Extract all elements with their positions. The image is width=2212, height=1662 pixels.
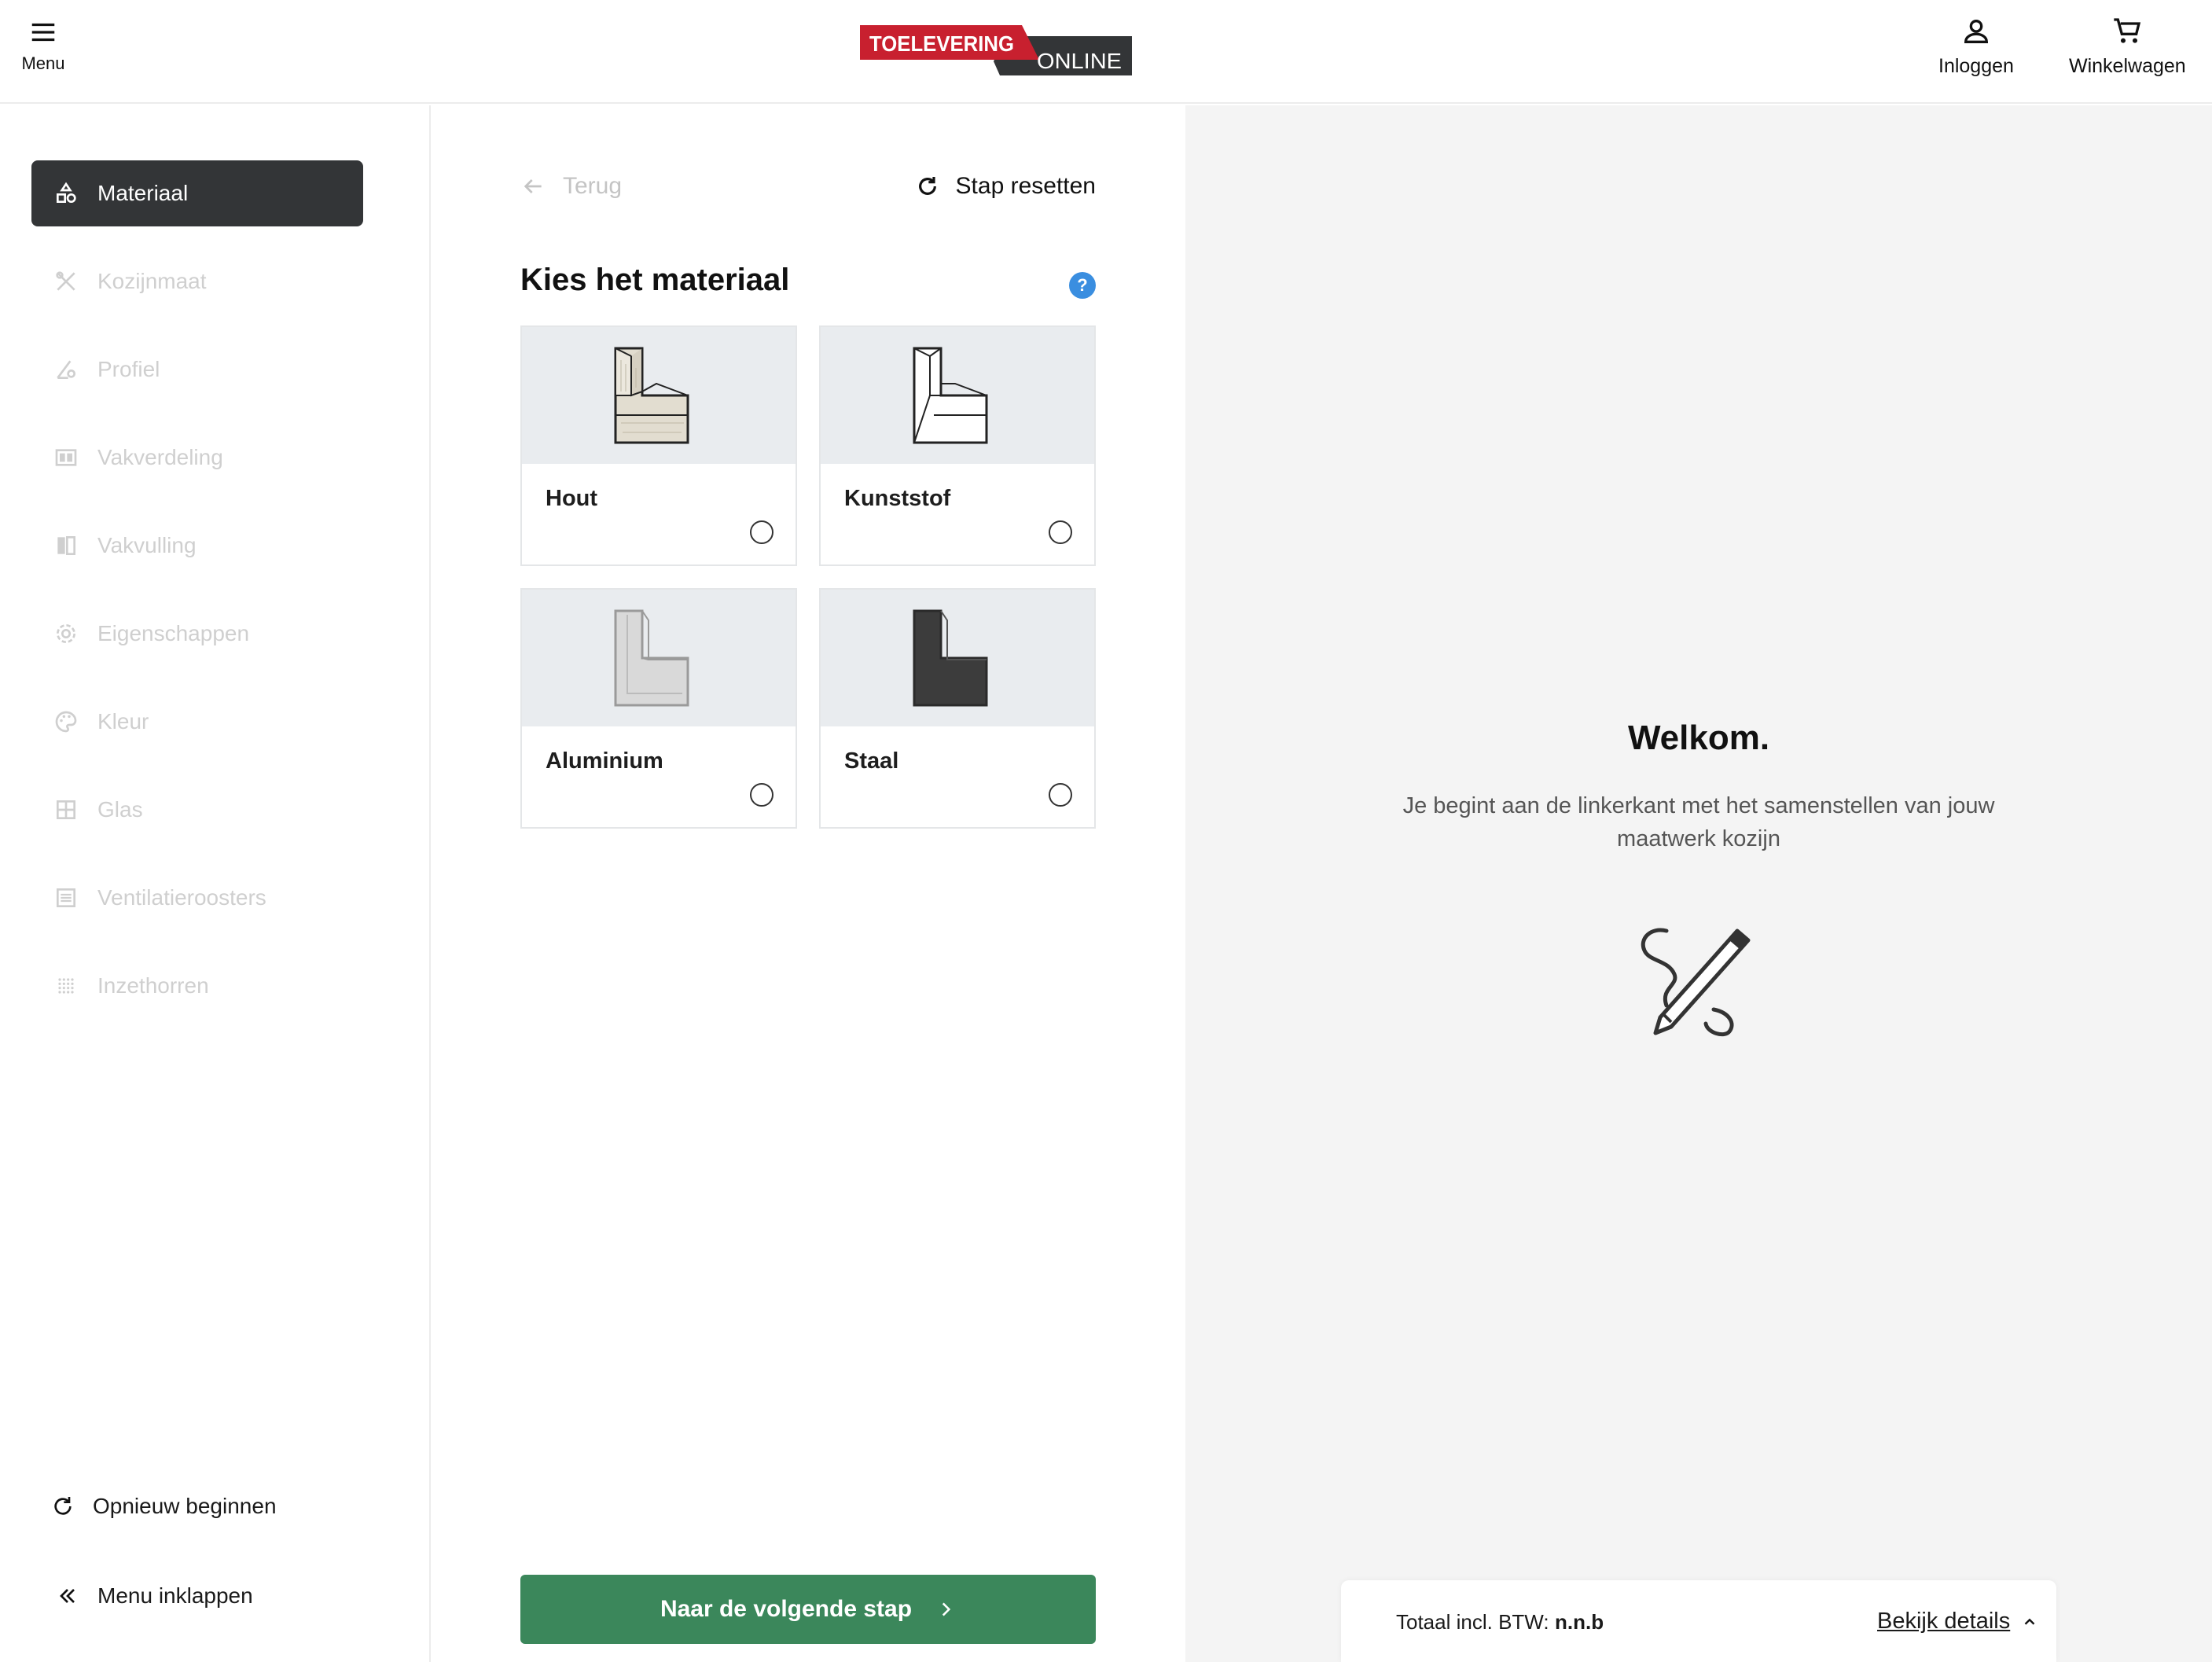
refresh-icon — [54, 1497, 72, 1515]
material-image — [522, 590, 796, 726]
pen-drawing-icon — [1641, 928, 1751, 1037]
material-card-aluminium[interactable]: Aluminium — [520, 588, 797, 829]
cart-label: Winkelwagen — [2069, 55, 2186, 77]
step-profiel[interactable]: Profiel — [31, 336, 363, 403]
refresh-icon — [918, 177, 936, 195]
details-label: Bekijk details — [1877, 1609, 2011, 1634]
view-details-link[interactable]: Bekijk details — [1877, 1609, 2038, 1634]
fill-icon — [57, 536, 75, 555]
total-value: n.n.b — [1555, 1610, 1604, 1634]
material-panel: Terug Stap resetten Kies het materiaal ?… — [432, 105, 1185, 1662]
login-label: Inloggen — [1938, 55, 2014, 77]
step-label: Profiel — [97, 357, 160, 381]
step-eigenschappen[interactable]: Eigenschappen — [31, 601, 363, 667]
step-label: Inzethorren — [97, 973, 209, 998]
material-image — [821, 590, 1094, 726]
material-radio[interactable] — [750, 783, 773, 807]
material-radio[interactable] — [750, 520, 773, 544]
step-kozijnmaat[interactable]: Kozijnmaat — [31, 248, 363, 314]
wood-profile-icon — [614, 347, 689, 444]
step-kleur[interactable]: Kleur — [31, 689, 363, 755]
steel-profile-icon — [913, 609, 988, 707]
restart-button[interactable]: Opnieuw beginnen — [50, 1494, 277, 1519]
step-label: Vakverdeling — [97, 445, 223, 469]
material-card-staal[interactable]: Staal — [819, 588, 1096, 829]
plastic-profile-icon — [913, 347, 988, 444]
material-radio[interactable] — [1049, 783, 1072, 807]
help-icon[interactable]: ? — [1069, 272, 1096, 299]
step-label: Kleur — [97, 709, 149, 734]
gear-icon — [57, 624, 75, 643]
collapse-label: Menu inklappen — [97, 1583, 253, 1608]
next-step-button[interactable]: Naar de volgende stap — [520, 1575, 1096, 1644]
toelevering-online-logo[interactable]: TOELEVERING ONLINE — [860, 24, 1132, 79]
material-label: Aluminium — [546, 748, 663, 774]
preview-panel: Welkom. Je begint aan de linkerkant met … — [1185, 105, 2212, 1662]
aluminium-profile-icon — [614, 609, 689, 707]
arrow-left-icon — [524, 179, 542, 193]
restart-label: Opnieuw beginnen — [93, 1494, 277, 1518]
cart-button[interactable]: Winkelwagen — [2069, 16, 2186, 78]
hamburger-icon — [31, 23, 55, 42]
reset-step-button[interactable]: Stap resetten — [915, 173, 1096, 200]
next-step-label: Naar de volgende stap — [660, 1596, 913, 1622]
material-label: Staal — [844, 748, 899, 774]
cart-icon — [2114, 18, 2141, 43]
step-label: Vakvulling — [97, 533, 197, 557]
material-radio[interactable] — [1049, 520, 1072, 544]
step-label: Ventilatieroosters — [97, 885, 266, 910]
material-label: Hout — [546, 486, 598, 511]
material-label: Kunststof — [844, 486, 951, 511]
total-label: Totaal incl. BTW: — [1396, 1610, 1549, 1634]
double-chevron-left-icon — [60, 1589, 75, 1603]
material-image — [821, 327, 1094, 464]
page-title: Kies het materiaal — [520, 263, 790, 297]
user-icon — [1964, 20, 1988, 43]
logo-text-bottom: ONLINE — [1037, 49, 1122, 73]
palette-icon — [55, 711, 77, 733]
shapes-icon — [57, 182, 76, 203]
step-vakverdeling[interactable]: Vakverdeling — [31, 425, 363, 491]
chevron-right-icon — [942, 1602, 951, 1616]
step-materiaal[interactable]: Materiaal — [31, 160, 363, 226]
grid-dots-icon — [58, 978, 74, 994]
chevron-up-icon — [2024, 1618, 2035, 1625]
step-glas[interactable]: Glas — [31, 777, 363, 843]
menu-label: Menu — [21, 53, 65, 73]
logo-text-top: TOELEVERING — [869, 31, 1014, 56]
step-inzethorren[interactable]: Inzethorren — [31, 953, 363, 1019]
vent-icon — [57, 888, 75, 907]
step-label: Eigenschappen — [97, 621, 250, 645]
material-card-kunststof[interactable]: Kunststof — [819, 325, 1096, 566]
step-label: Materiaal — [97, 181, 189, 205]
division-icon — [55, 449, 77, 466]
top-header: Menu TOELEVERING ONLINE Inloggen Winkelw… — [0, 0, 2212, 104]
profile-icon — [57, 360, 75, 379]
material-image — [522, 327, 796, 464]
window-icon — [57, 800, 75, 819]
welcome-title: Welkom. — [1627, 719, 1770, 757]
step-sidebar: Materiaal Kozijnmaat Profiel Vakverdelin… — [0, 105, 431, 1662]
step-vakvulling[interactable]: Vakvulling — [31, 513, 363, 579]
step-ventilatieroosters[interactable]: Ventilatieroosters — [31, 865, 363, 931]
back-label: Terug — [563, 173, 623, 199]
totals-bar: Totaal incl. BTW: n.n.b Bekijk details — [1341, 1580, 2056, 1662]
welcome-text: Je begint aan de linkerkant met het same… — [1402, 793, 1995, 851]
tools-icon — [56, 271, 75, 291]
collapse-menu-button[interactable]: Menu inklappen — [55, 1583, 253, 1609]
step-label: Kozijnmaat — [97, 269, 207, 293]
material-card-hout[interactable]: Hout — [520, 325, 797, 566]
menu-button[interactable]: Menu — [14, 17, 72, 80]
reset-label: Stap resetten — [955, 173, 1096, 199]
step-label: Glas — [97, 797, 143, 822]
login-button[interactable]: Inloggen — [1938, 16, 2014, 78]
back-button[interactable]: Terug — [520, 173, 622, 200]
